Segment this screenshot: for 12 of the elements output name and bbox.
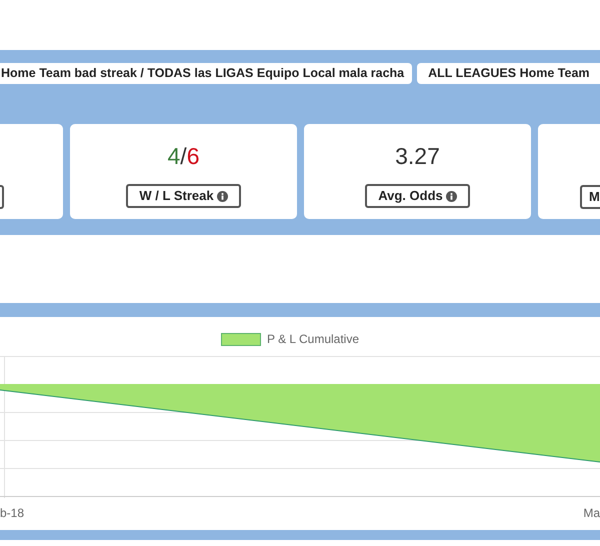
- stat-label-button[interactable]: W / L Streak: [126, 184, 241, 208]
- win-loss-value: 4/6: [168, 142, 200, 170]
- stat-label-button[interactable]: Avg. Odds: [365, 184, 470, 208]
- x-axis-label: Ma: [583, 505, 600, 522]
- stat-label-button[interactable]: M: [580, 185, 600, 209]
- label-box-edge: [0, 185, 4, 209]
- legend-label: P & L Cumulative: [266, 331, 360, 348]
- stat-value: 3.27: [395, 142, 440, 170]
- league-tab[interactable]: ALL LEAGUES Home Team: [417, 63, 600, 84]
- x-axis-label: b-18: [0, 505, 24, 522]
- league-tab[interactable]: Home Team bad streak / TODAS las LIGAS Equipo Local mala racha: [0, 63, 412, 84]
- legend-swatch: [220, 332, 261, 346]
